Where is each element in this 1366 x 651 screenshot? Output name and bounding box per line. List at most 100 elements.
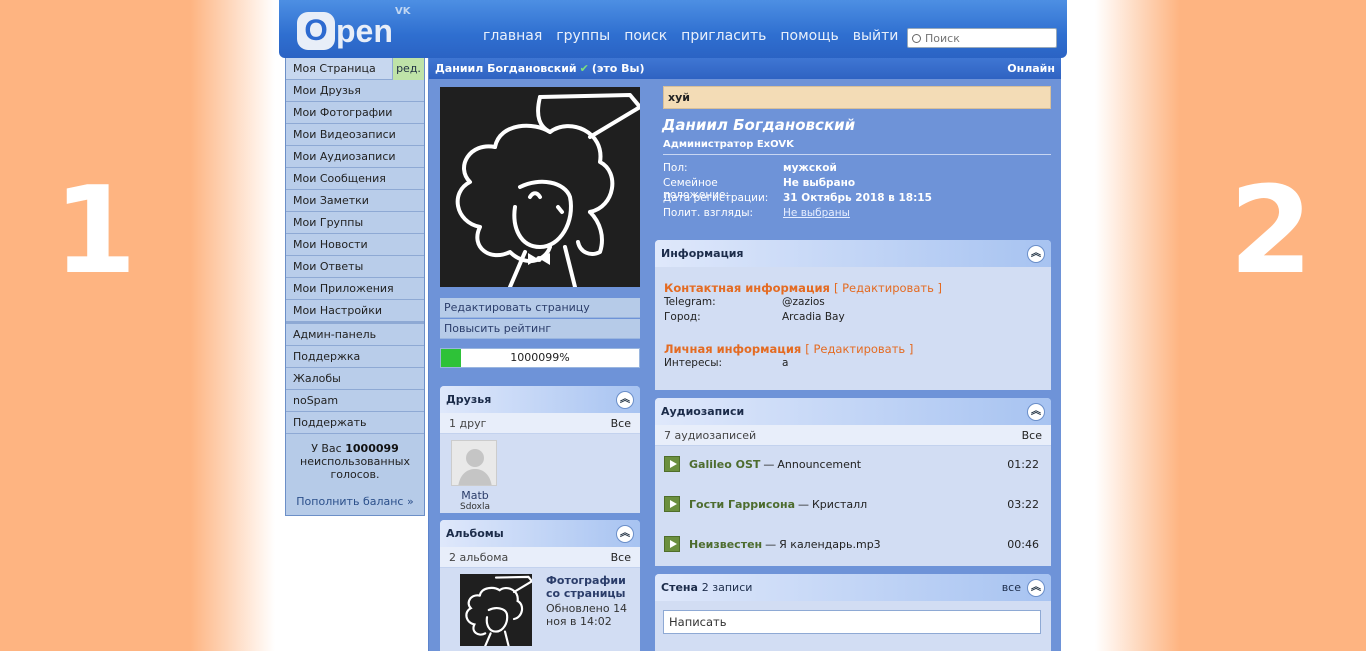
menu-support[interactable]: Поддержка [286, 346, 424, 368]
field-label: Дата регистрации: [663, 192, 769, 204]
audio-box-header: Аудиозаписи ︽ [655, 398, 1051, 425]
track-artist[interactable]: Galileo OST [689, 458, 760, 471]
edit-page-badge[interactable]: ред. [392, 58, 424, 80]
status-text[interactable]: хуй [663, 86, 1051, 109]
wall-box: Стена 2 записи все ︽ Написать [655, 574, 1051, 651]
menu-nospam[interactable]: noSpam [286, 390, 424, 412]
menu-label: Моя Страница [293, 62, 376, 75]
wall-post-input[interactable]: Написать [663, 610, 1041, 634]
field-value-link[interactable]: Не выбраны [783, 207, 850, 222]
menu-my-audios[interactable]: Мои Аудиозаписи [286, 146, 424, 168]
album-date: Обновлено 14 ноя в 14:02 [546, 602, 628, 628]
field-value: 31 Октябрь 2018 в 18:15 [783, 192, 932, 204]
menu-admin-panel[interactable]: Админ-панель [286, 324, 424, 346]
menu-donate[interactable]: Поддержать [286, 412, 424, 434]
nav-help[interactable]: помощь [780, 28, 838, 44]
audio-box-subheader: 7 аудиозаписей Все [655, 425, 1051, 446]
nav-groups[interactable]: группы [556, 28, 610, 44]
menu-my-apps[interactable]: Мои Приложения [286, 278, 424, 300]
albums-box-subheader: 2 альбома Все [440, 547, 640, 568]
album-title[interactable]: Фотографии со страницы [546, 574, 638, 600]
contact-edit-link[interactable]: [ Редактировать ] [834, 281, 942, 295]
votes-suffix: неиспользованных голосов. [300, 455, 410, 481]
contact-telegram: Telegram: @zazios [664, 295, 1042, 310]
boost-rating-button[interactable]: Повысить рейтинг [440, 319, 640, 339]
friends-box-header: Друзья ︽ [440, 386, 640, 413]
audio-box-title: Аудиозаписи [661, 405, 745, 418]
track-duration: 01:22 [1007, 457, 1039, 471]
friends-list: Matb Sdoxla [440, 434, 640, 513]
nav-logout[interactable]: выйти [853, 28, 899, 44]
menu-my-page[interactable]: Моя Страница ред. [286, 58, 424, 80]
menu-my-friends[interactable]: Мои Друзья [286, 80, 424, 102]
audio-track: Гости Гаррисона — Кристалл 03:22 [664, 496, 1039, 512]
info-box-body: Контактная информация [ Редактировать ] … [655, 267, 1051, 371]
wall-box-title: Стена [661, 581, 698, 594]
nav-search[interactable]: поиск [624, 28, 667, 44]
albums-all-link[interactable]: Все [611, 551, 631, 564]
kv-value: Arcadia Bay [782, 311, 845, 323]
personal-interests: Интересы: a [664, 356, 1042, 371]
album-item[interactable]: Фотографии со страницы Обновлено 14 ноя … [460, 574, 638, 648]
profile-avatar[interactable] [440, 87, 642, 289]
field-value: мужской [783, 162, 837, 174]
info-collapse-icon[interactable]: ︽ [1027, 244, 1045, 263]
albums-collapse-icon[interactable]: ︽ [616, 524, 634, 543]
audio-collapse-icon[interactable]: ︽ [1027, 402, 1045, 421]
friend-item[interactable]: Matb Sdoxla [451, 440, 499, 512]
profile-name: Даниил Богдановский [662, 116, 856, 134]
profile-divider [663, 154, 1051, 155]
track-title: Я календарь.mp3 [779, 537, 881, 551]
friends-count: 1 друг [449, 416, 487, 430]
info-box-header: Информация ︽ [655, 240, 1051, 267]
field-label: Полит. взгляды: [663, 207, 754, 219]
menu-my-groups[interactable]: Мои Группы [286, 212, 424, 234]
top-up-link[interactable]: Пополнить баланс » [292, 495, 418, 508]
menu-my-notes[interactable]: Мои Заметки [286, 190, 424, 212]
kv-value: a [782, 357, 789, 369]
edit-page-button[interactable]: Редактировать страницу [440, 298, 640, 318]
menu-my-settings[interactable]: Мои Настройки [286, 300, 424, 322]
audio-all-link[interactable]: Все [1022, 429, 1042, 442]
openvk-logo[interactable]: O pen VK [297, 6, 411, 50]
profile-titlebar: Даниил Богдановский ✔ (это Вы) Онлайн [429, 58, 1061, 79]
left-menu: Моя Страница ред. Мои Друзья Мои Фотогра… [285, 58, 425, 516]
field-label: Семейное положение: [663, 177, 730, 201]
menu-my-news[interactable]: Мои Новости [286, 234, 424, 256]
friends-all-link[interactable]: Все [611, 417, 631, 430]
friends-collapse-icon[interactable]: ︽ [616, 390, 634, 409]
kv-label: Telegram: [664, 296, 716, 308]
kv-value: @zazios [782, 296, 825, 308]
verified-check-icon: ✔ [579, 62, 589, 75]
main-nav: главная группы поиск пригласить помощь в… [483, 28, 912, 44]
track-artist[interactable]: Гости Гаррисона [689, 498, 795, 511]
nav-invite[interactable]: пригласить [681, 28, 766, 44]
play-icon[interactable] [664, 456, 680, 472]
contact-info-title: Контактная информация [ Редактировать ] [664, 281, 1042, 295]
wall-box-header: Стена 2 записи все ︽ [655, 574, 1051, 601]
search-input[interactable] [925, 31, 1045, 45]
menu-reports[interactable]: Жалобы [286, 368, 424, 390]
friend-name[interactable]: Matb [451, 489, 499, 502]
track-dash: — [798, 497, 809, 511]
personal-edit-link[interactable]: [ Редактировать ] [805, 342, 913, 356]
play-icon[interactable] [664, 536, 680, 552]
menu-my-videos[interactable]: Мои Видеозаписи [286, 124, 424, 146]
side-number-1: 1 [53, 162, 137, 301]
track-artist[interactable]: Неизвестен [689, 538, 762, 551]
field-value: Не выбрано [783, 177, 856, 189]
wall-collapse-icon[interactable]: ︽ [1027, 578, 1045, 597]
play-icon[interactable] [664, 496, 680, 512]
friend-avatar [451, 440, 497, 486]
menu-my-answers[interactable]: Мои Ответы [286, 256, 424, 278]
field-politics: Полит. взгляды: Не выбраны [663, 207, 932, 222]
wall-all-link[interactable]: все [1002, 581, 1021, 594]
nav-home[interactable]: главная [483, 28, 542, 44]
track-dash: — [765, 537, 777, 551]
menu-my-photos[interactable]: Мои Фотографии [286, 102, 424, 124]
track-duration: 03:22 [1007, 497, 1039, 511]
friends-box-subheader: 1 друг Все [440, 413, 640, 434]
online-status: Онлайн [1007, 62, 1055, 75]
menu-my-messages[interactable]: Мои Сообщения [286, 168, 424, 190]
wall-count: 2 записи [701, 581, 753, 594]
